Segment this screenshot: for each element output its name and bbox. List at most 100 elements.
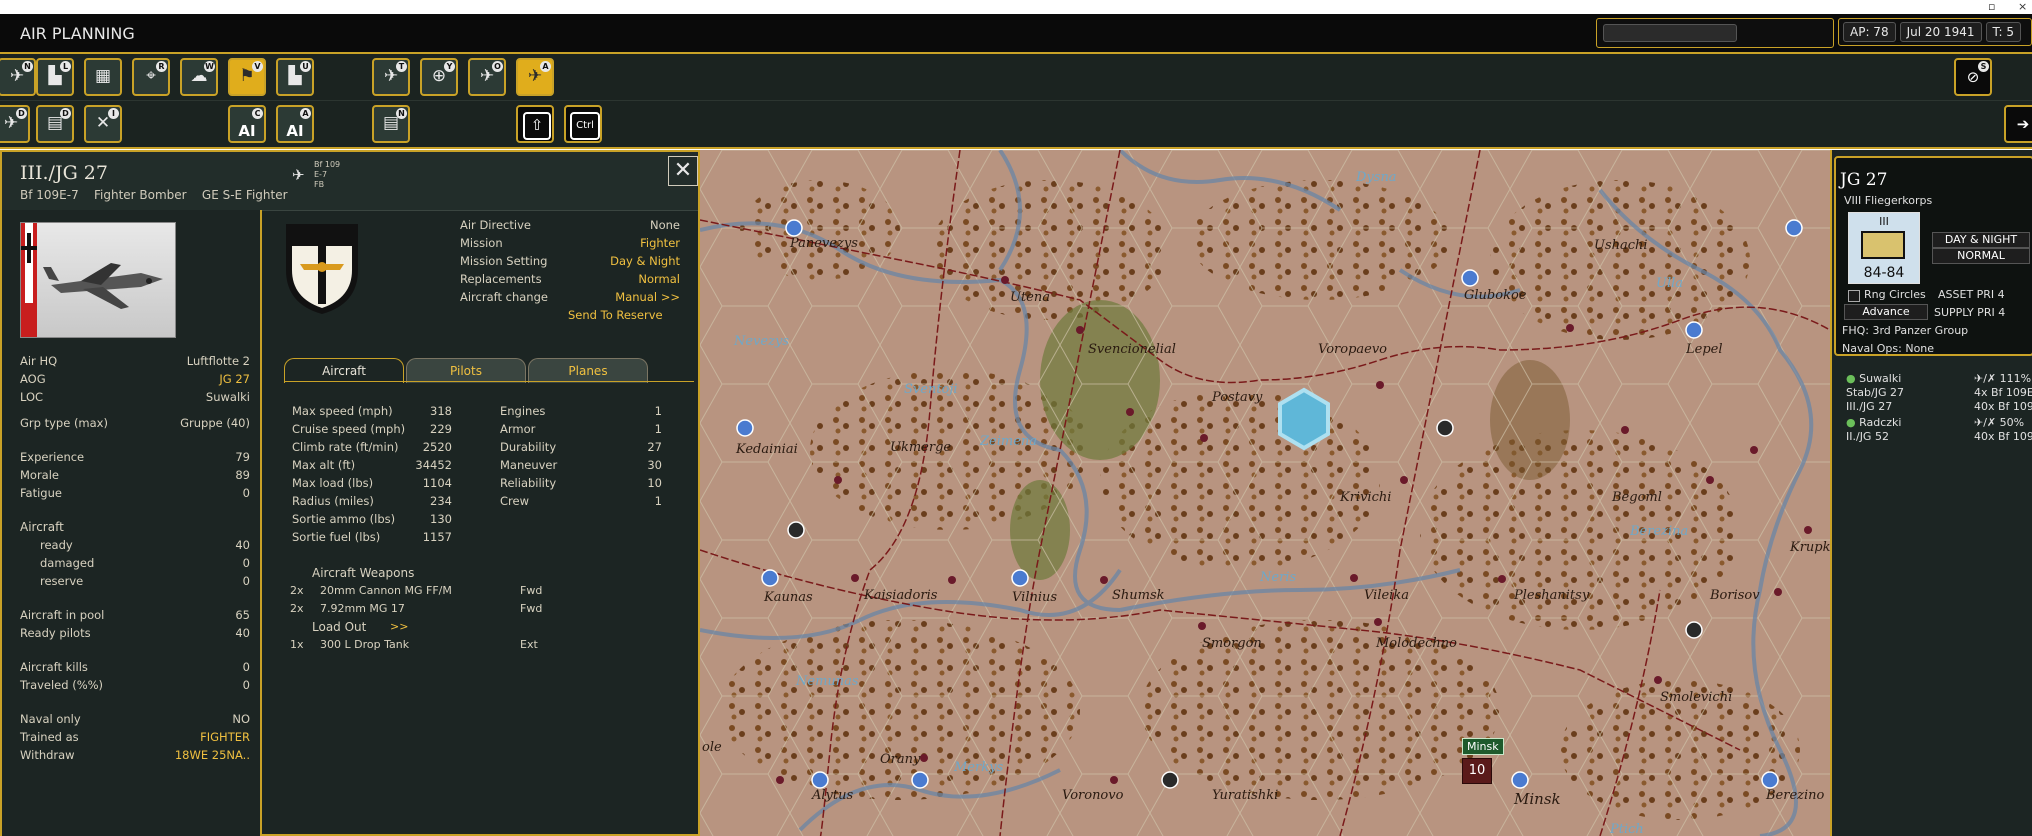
kills-row: Aircraft kills 0 xyxy=(20,660,250,674)
unit-orders: Air Directive None Mission Fighter Mission… xyxy=(262,210,698,370)
unit-type: GE S-E Fighter xyxy=(201,188,288,202)
minsk-label-tag: Minsk xyxy=(1462,738,1504,755)
mission-setting-select[interactable]: Day & Night xyxy=(610,254,680,268)
river-label: Zeimena xyxy=(980,434,1038,449)
unit-icon-text: Bf 109 E-7 FB xyxy=(314,160,341,189)
stat-row: Max speed (mph) 318 xyxy=(292,404,452,418)
current-date: Jul 20 1941 xyxy=(1899,22,1982,42)
air-unit-row[interactable]: III./JG 2740x Bf 109E-7 xyxy=(1846,400,2032,413)
stat-row: Maneuver 30 xyxy=(500,458,662,472)
screen-title: AIR PLANNING xyxy=(20,24,135,43)
stat-row: Reliability 10 xyxy=(500,476,662,490)
city-label: Utena xyxy=(1010,290,1050,305)
victory-flag-button[interactable]: ⚑ V xyxy=(228,58,266,96)
naval-ops-text: Naval Ops: None xyxy=(1842,342,1935,355)
shift-button[interactable]: ⇧ xyxy=(516,105,554,143)
air-doc-button[interactable]: ▤ N xyxy=(372,105,410,143)
ctrl-button[interactable]: Ctrl xyxy=(564,105,602,143)
info-row: LOC Suwalki xyxy=(20,390,250,404)
info-row: Fatigue 0 xyxy=(20,486,250,500)
info-row: Experience 79 xyxy=(20,450,250,464)
tab-planes[interactable]: Planes xyxy=(528,358,648,383)
city-label: Molodechno xyxy=(1376,636,1457,651)
detail-tabs: Aircraft Pilots Planes xyxy=(284,358,694,383)
city-label: Krupki xyxy=(1790,540,1830,555)
send-to-reserve-link[interactable]: Send To Reserve xyxy=(568,308,663,322)
city-label: Voronovo xyxy=(1062,788,1124,803)
close-window-icon[interactable]: × xyxy=(2018,0,2027,13)
interdiction-button[interactable]: ✕ I xyxy=(84,105,122,143)
tab-aircraft[interactable]: Aircraft xyxy=(284,358,404,383)
aircraft-change-select[interactable]: Manual >> xyxy=(615,290,680,304)
order-row: Air Directive None xyxy=(460,218,680,232)
document-button[interactable]: ▤ D xyxy=(36,105,74,143)
replacements-select[interactable]: Normal xyxy=(638,272,680,286)
action-points: AP: 78 xyxy=(1843,22,1896,42)
city-label: ole xyxy=(702,740,722,755)
loadout-arrow[interactable]: >> xyxy=(390,620,408,633)
grid-button[interactable]: ▦ xyxy=(84,58,122,96)
rng-circles-checkbox[interactable] xyxy=(1848,290,1860,302)
os-title-strip: ▫ × xyxy=(0,0,2032,14)
air-command-button[interactable]: ⊕ Y xyxy=(420,58,458,96)
loadout-title: Load Out xyxy=(312,620,367,634)
stat-row: Crew 1 xyxy=(500,494,662,508)
stat-row: Max alt (ft) 34452 xyxy=(292,458,452,472)
unit-subtitle: Bf 109E-7 Fighter Bomber GE S-E Fighter xyxy=(20,188,288,202)
info-row: Air HQ Luftflotte 2 xyxy=(20,354,250,368)
mission-setting-badge: DAY & NIGHT xyxy=(1932,232,2030,248)
city-label: Svencionelial xyxy=(1088,342,1176,357)
city-label: Yuratishki xyxy=(1212,788,1279,803)
hq-panel: JG 27 VIII Fliegerkorps III 84-84 DAY & … xyxy=(1830,150,2032,836)
city-label: Kaisiadoris xyxy=(864,588,938,603)
restore-icon[interactable]: ▫ xyxy=(1988,0,1995,13)
air-unit-row[interactable]: Stab/JG 274x Bf 109E-7 xyxy=(1846,386,2032,399)
map-view[interactable]: Panevezys Utena Svencionelial Glubokoe U… xyxy=(700,150,1830,836)
next-arrow-button[interactable]: ➔ xyxy=(2004,105,2032,143)
order-row: Replacements Normal xyxy=(460,272,680,286)
stat-row: Climb rate (ft/min) 2520 xyxy=(292,440,452,454)
mode-badge: NORMAL xyxy=(1932,248,2030,264)
mission-select[interactable]: Fighter xyxy=(640,236,680,250)
recon-button[interactable]: ⌖ R xyxy=(132,58,170,96)
order-row: Aircraft change Manual >> xyxy=(460,290,680,304)
transport-button[interactable]: ✈ T xyxy=(372,58,410,96)
stat-row: Armor 1 xyxy=(500,422,662,436)
city-label: Minsk xyxy=(1514,790,1561,808)
turn-counter: T: 5 xyxy=(1985,22,2022,42)
air-unit-row[interactable]: II./JG 5240x Bf 109F-2 xyxy=(1846,430,2032,443)
message-box[interactable] xyxy=(1596,18,1834,48)
message-field[interactable] xyxy=(1603,24,1737,42)
factory-button[interactable]: ▙ L xyxy=(36,58,74,96)
city-label: Ukmerge xyxy=(890,440,952,455)
hq-card: JG 27 VIII Fliegerkorps III 84-84 DAY & … xyxy=(1834,156,2032,356)
air-directive-button[interactable]: ✈ D xyxy=(0,105,30,143)
advance-button[interactable]: Advance xyxy=(1844,304,1928,320)
ai-air-button[interactable]: AI A xyxy=(276,105,314,143)
air-ops-button[interactable]: ✈ O xyxy=(468,58,506,96)
unit-header: III./JG 27 Bf 109E-7 Fighter Bomber GE S… xyxy=(2,152,698,211)
close-panel-button[interactable]: ✕ xyxy=(668,156,698,186)
air-planning-button[interactable]: ✈ A xyxy=(516,58,554,96)
unit-aircraft: Bf 109E-7 xyxy=(20,188,79,202)
city-label: Begoml xyxy=(1612,490,1662,505)
weather-button[interactable]: ☁ W xyxy=(180,58,218,96)
city-label: Postavy xyxy=(1212,390,1263,405)
ai-units-button[interactable]: AI C xyxy=(228,105,266,143)
lake xyxy=(1278,387,1330,451)
hq-counter[interactable]: III 84-84 xyxy=(1848,212,1920,284)
tab-pilots[interactable]: Pilots xyxy=(406,358,526,383)
rng-circles-label: Rng Circles xyxy=(1864,288,1926,301)
minsk-unit-counter[interactable]: 10 xyxy=(1462,758,1492,784)
airbase-row[interactable]: ● Suwalki ✈/✗ 111% xyxy=(1846,372,2031,385)
river-label: Ptich xyxy=(1610,822,1644,836)
airbase-row[interactable]: ● Radczki ✈/✗ 50% xyxy=(1846,416,2024,429)
no-icon-button[interactable]: ⊘ S xyxy=(1954,58,1992,96)
aircraft-list-button[interactable]: ✈ N xyxy=(0,58,36,96)
city-label: Smorgon xyxy=(1202,636,1262,651)
misc-row: Naval only NO xyxy=(20,712,250,726)
asset-priority: ASSET PRI 4 xyxy=(1938,288,2005,301)
info-row: Grp type (max) Gruppe (40) xyxy=(20,416,250,430)
toolbar-bottom: ✈ D ▤ D ✕ I AI C AI A ▤ N ⇧ Ctrl ➔ xyxy=(0,101,2032,149)
units-button[interactable]: ▙ U xyxy=(276,58,314,96)
